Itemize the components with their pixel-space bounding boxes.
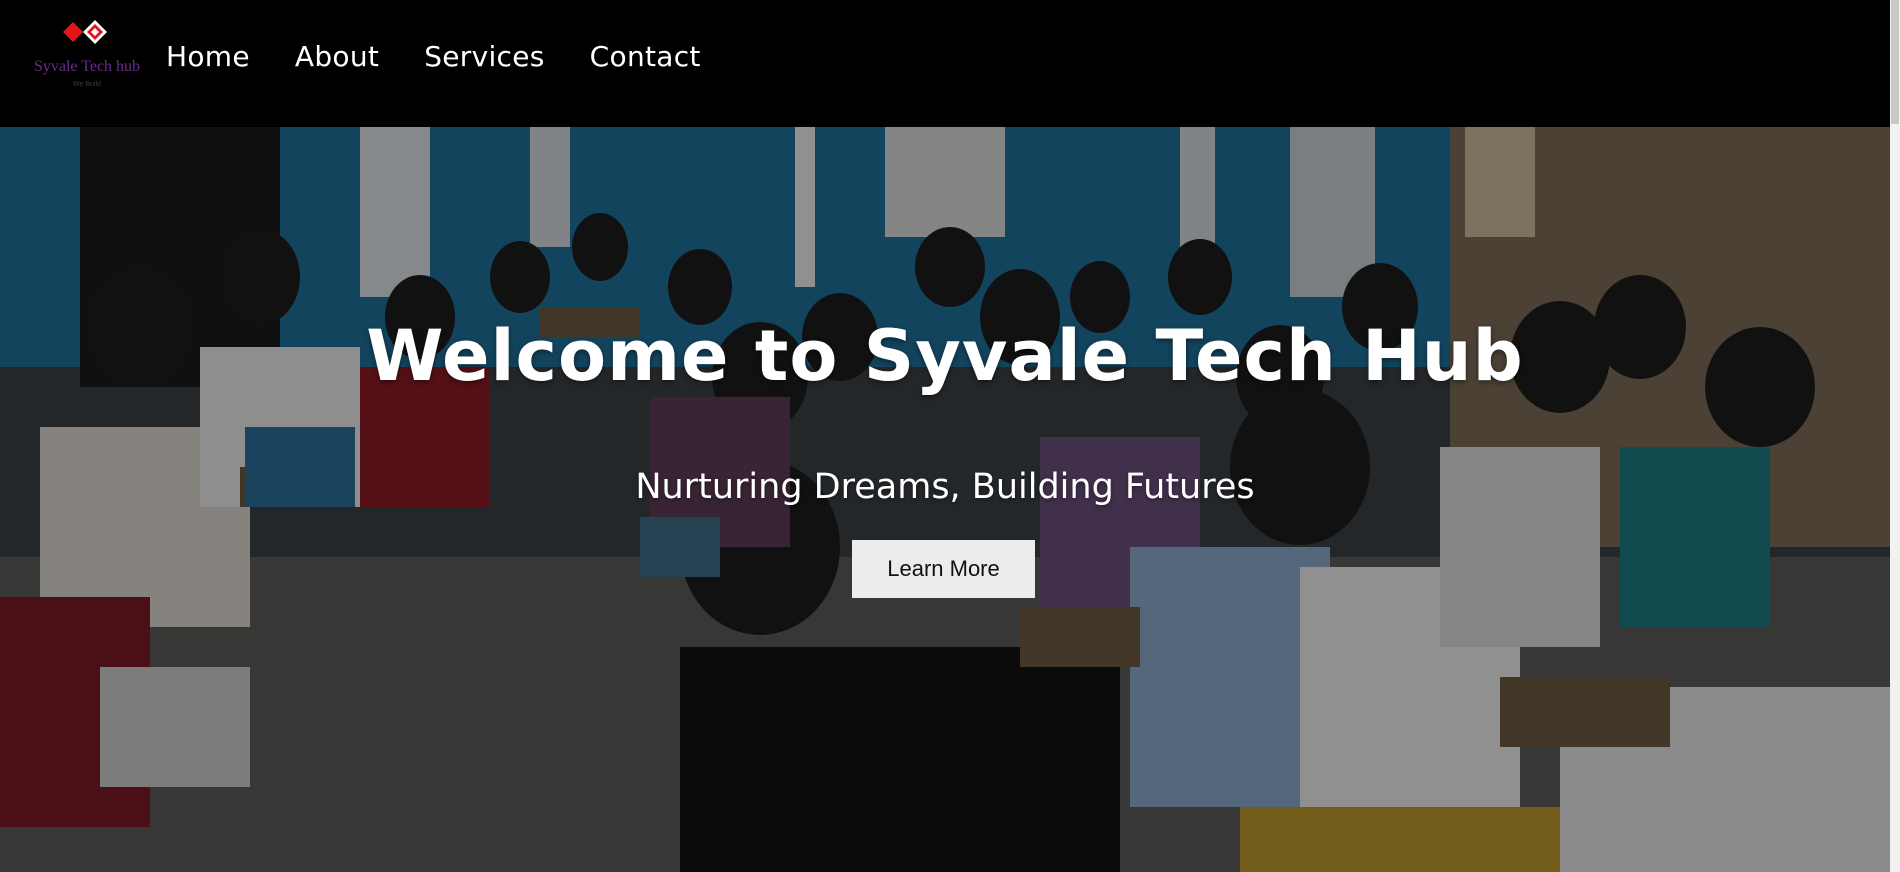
page-scrollbar[interactable] xyxy=(1890,0,1900,872)
hero-content: Welcome to Syvale Tech Hub Nurturing Dre… xyxy=(0,127,1890,872)
hero-subtitle: Nurturing Dreams, Building Futures xyxy=(635,467,1255,507)
brand-tagline: We Build xyxy=(73,80,101,88)
learn-more-button[interactable]: Learn More xyxy=(852,540,1035,598)
page: Syvale Tech hub We Build Home About Serv… xyxy=(0,0,1900,872)
diamond-logo-icon xyxy=(63,19,107,44)
nav-about-link[interactable]: About xyxy=(295,40,379,73)
brand-name: Syvale Tech hub xyxy=(33,57,141,75)
nav-home-link[interactable]: Home xyxy=(166,40,250,73)
scrollbar-thumb[interactable] xyxy=(1891,0,1899,124)
nav-contact-link[interactable]: Contact xyxy=(590,40,701,73)
site-header: Syvale Tech hub We Build Home About Serv… xyxy=(0,0,1890,127)
main-nav: Home About Services Contact xyxy=(166,40,746,73)
nav-services-link[interactable]: Services xyxy=(424,40,544,73)
hero-section: Welcome to Syvale Tech Hub Nurturing Dre… xyxy=(0,127,1890,872)
brand-logo[interactable]: Syvale Tech hub We Build xyxy=(28,10,146,110)
hero-title: Welcome to Syvale Tech Hub xyxy=(366,315,1524,397)
